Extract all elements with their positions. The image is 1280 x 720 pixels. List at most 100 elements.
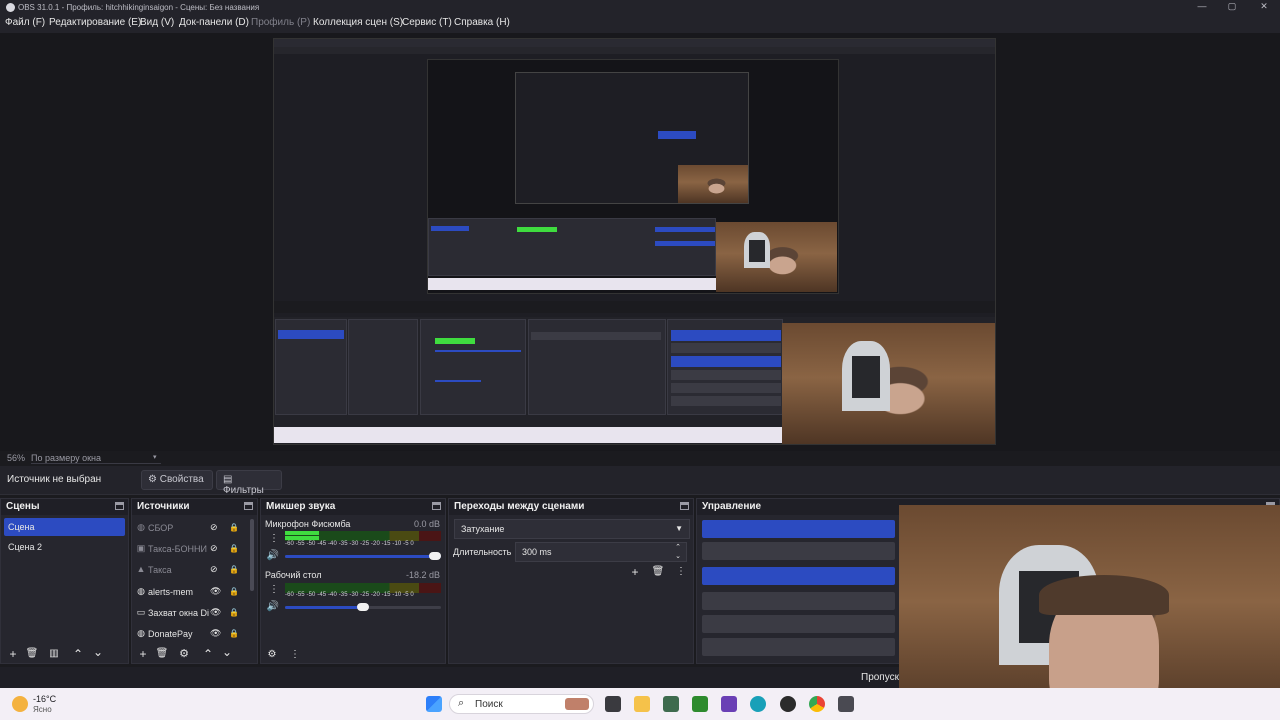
source-item[interactable]: ◍ DonatePay 👁 🔒 <box>136 625 246 643</box>
add-icon[interactable]: + <box>136 647 150 661</box>
app-icon[interactable] <box>663 696 679 712</box>
source-label: alerts-mem <box>148 587 194 597</box>
meter-level-fill <box>285 531 320 535</box>
lock-icon[interactable]: 🔒 <box>229 587 239 596</box>
properties-button[interactable]: ⚙ Свойства <box>141 470 213 490</box>
menu-docks[interactable]: Док-панели (D) <box>179 17 249 28</box>
preview-webcam <box>782 323 995 444</box>
source-item[interactable]: ◍ alerts-mem 👁 🔒 <box>136 583 246 601</box>
eye-hidden-icon[interactable]: ⊘ <box>210 565 220 574</box>
volume-slider[interactable] <box>285 603 441 611</box>
calculator-icon[interactable] <box>838 696 854 712</box>
lock-icon[interactable]: 🔒 <box>229 608 239 617</box>
transition-select[interactable]: Затухание ▼ <box>454 519 690 539</box>
browser-icon: ◍ <box>137 522 145 532</box>
source-item[interactable]: ▲ Такса ⊘ 🔒 <box>136 561 246 579</box>
duration-label: Длительность <box>453 547 512 557</box>
eye-icon[interactable]: 👁 <box>210 629 221 638</box>
add-icon[interactable]: + <box>628 565 642 579</box>
browser-icon: ◍ <box>137 628 145 638</box>
trash-icon[interactable]: 🗑 <box>651 565 665 579</box>
source-context-bar: Источник не выбран ⚙ Свойства ▤ Фильтры <box>0 466 1280 496</box>
lock-icon[interactable]: 🔒 <box>229 629 239 638</box>
chevron-down-icon[interactable]: ⌄ <box>91 645 105 659</box>
preview-mini-menubar <box>274 47 995 54</box>
eye-hidden-icon[interactable]: ⊘ <box>210 544 220 553</box>
menu-view[interactable]: Вид (V) <box>140 17 174 28</box>
menu-help[interactable]: Справка (H) <box>454 17 510 28</box>
studio-mode-button[interactable] <box>702 592 895 610</box>
volume-slider-knob[interactable] <box>429 552 441 560</box>
undock-icon[interactable] <box>115 502 124 510</box>
volume-slider-knob[interactable] <box>357 603 369 611</box>
source-item[interactable]: ▣ Такса-БОННИ ⊘ 🔒 <box>136 540 246 558</box>
eye-icon[interactable]: 👁 <box>210 608 221 617</box>
edge-icon[interactable] <box>750 696 766 712</box>
chrome-icon[interactable] <box>809 696 825 712</box>
minimize-button[interactable]: — <box>1196 1 1208 13</box>
close-button[interactable]: ✕ <box>1258 1 1270 13</box>
more-options-icon[interactable]: ⋮ <box>674 565 688 579</box>
eye-icon[interactable]: 👁 <box>210 587 221 596</box>
source-item[interactable]: ◍ СБОР ⊘ 🔒 <box>136 519 246 537</box>
source-item[interactable]: ▭ Захват окна Di 👁 🔒 <box>136 604 246 622</box>
trash-icon[interactable]: 🗑 <box>25 647 39 661</box>
mixer-dock-title: Микшер звука <box>266 501 336 512</box>
gear-icon[interactable]: ⚙ <box>265 648 279 662</box>
chevron-down-icon[interactable]: ⌄ <box>220 645 234 659</box>
app-icon[interactable] <box>721 696 737 712</box>
speaker-icon[interactable]: 🔊 <box>266 600 280 614</box>
chevron-up-icon[interactable]: ⌃ <box>71 647 85 661</box>
undock-icon[interactable] <box>432 502 441 510</box>
start-streaming-button[interactable] <box>702 520 895 538</box>
scene-item[interactable]: Сцена 2 <box>4 538 125 556</box>
fit-mode-select[interactable]: По размеру окна ▾ <box>31 453 161 464</box>
menu-scene-collection[interactable]: Коллекция сцен (S) <box>313 17 403 28</box>
undock-icon[interactable] <box>680 502 689 510</box>
undock-icon[interactable] <box>244 502 253 510</box>
volume-slider[interactable] <box>285 552 441 560</box>
eye-hidden-icon[interactable]: ⊘ <box>210 523 220 532</box>
filter-icon[interactable]: ▥ <box>47 647 61 661</box>
more-options-icon[interactable]: ⋮ <box>288 648 302 662</box>
channel-name: Микрофон Фисюмба <box>265 519 351 529</box>
scenes-dock-title: Сцены <box>6 501 40 512</box>
maximize-button[interactable]: ▢ <box>1226 1 1238 13</box>
exit-button[interactable] <box>702 638 895 656</box>
speaker-icon[interactable]: 🔊 <box>266 549 280 563</box>
lock-icon[interactable]: 🔒 <box>229 523 239 532</box>
channel-name: Рабочий стол <box>265 570 322 580</box>
sources-scrollbar[interactable] <box>250 519 254 591</box>
settings-button[interactable] <box>702 615 895 633</box>
menu-profile[interactable]: Профиль (P) <box>251 17 310 28</box>
file-explorer-icon[interactable] <box>634 696 650 712</box>
menu-file[interactable]: Файл (F) <box>5 17 45 28</box>
task-view-icon[interactable] <box>605 696 621 712</box>
obs-taskbar-icon[interactable] <box>780 696 796 712</box>
menu-edit[interactable]: Редактирование (E) <box>49 17 141 28</box>
image-icon: ▲ <box>136 564 146 574</box>
taskbar-search[interactable]: ⌕ Поиск <box>449 694 594 714</box>
add-icon[interactable]: + <box>6 647 20 661</box>
gear-icon[interactable]: ⚙ <box>177 647 191 661</box>
weather-icon[interactable] <box>12 696 28 712</box>
window-capture-icon: ▭ <box>136 607 146 617</box>
xbox-icon[interactable] <box>692 696 708 712</box>
preview-canvas[interactable] <box>273 38 996 445</box>
chevron-down-icon: ▾ <box>153 454 157 461</box>
more-options-icon[interactable]: ⋮ <box>267 532 281 546</box>
lock-icon[interactable]: 🔒 <box>229 565 239 574</box>
trash-icon[interactable]: 🗑 <box>155 647 169 661</box>
duration-spinbox[interactable]: 300 ms ⌃ ⌄ <box>515 542 687 562</box>
more-options-icon[interactable]: ⋮ <box>267 583 281 597</box>
preview-area[interactable] <box>0 33 1280 451</box>
chevron-up-icon[interactable]: ⌃ <box>201 647 215 661</box>
scene-item[interactable]: Сцена <box>4 518 125 536</box>
spin-arrows-icon[interactable]: ⌃ ⌄ <box>675 543 681 561</box>
windows-start-icon[interactable] <box>426 696 442 712</box>
start-recording-button[interactable] <box>702 542 895 560</box>
filters-button[interactable]: ▤ Фильтры <box>216 470 282 496</box>
virtual-camera-button[interactable] <box>702 567 895 585</box>
lock-icon[interactable]: 🔒 <box>229 544 239 553</box>
menu-tools[interactable]: Сервис (T) <box>402 17 452 28</box>
